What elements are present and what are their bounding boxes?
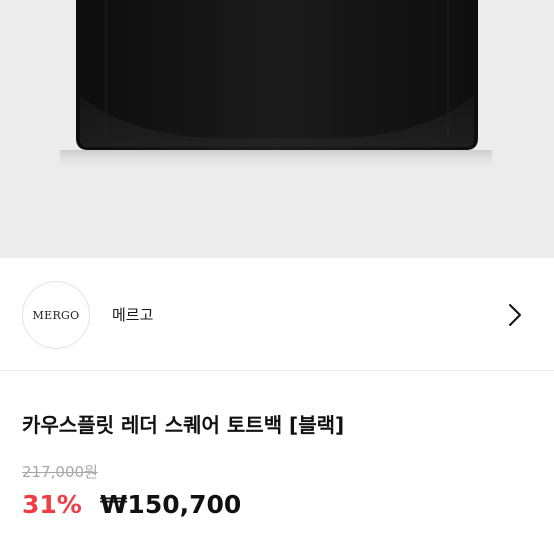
chevron-right-icon[interactable] [500, 300, 530, 330]
brand-name[interactable]: 메르고 [112, 305, 153, 325]
brand-logo-text: MERGO [32, 308, 80, 322]
brand-row[interactable]: MERGO 메르고 [0, 258, 554, 370]
brand-logo[interactable]: MERGO [22, 281, 90, 349]
section-divider [0, 370, 554, 371]
product-detail-page: MERGO 메르고 카우스플릿 레더 스퀘어 토트백 [블랙] 217,000원… [0, 0, 554, 554]
price-row: 31% ₩150,700 [22, 490, 241, 524]
discount-rate: 31% [22, 490, 82, 519]
original-price: 217,000원 [22, 463, 98, 481]
bag-shadow [60, 150, 492, 172]
product-image[interactable] [0, 0, 554, 258]
product-title: 카우스플릿 레더 스퀘어 토트백 [블랙] [22, 413, 345, 437]
bag-illustration [60, 0, 492, 172]
sale-price: ₩150,700 [99, 490, 242, 519]
